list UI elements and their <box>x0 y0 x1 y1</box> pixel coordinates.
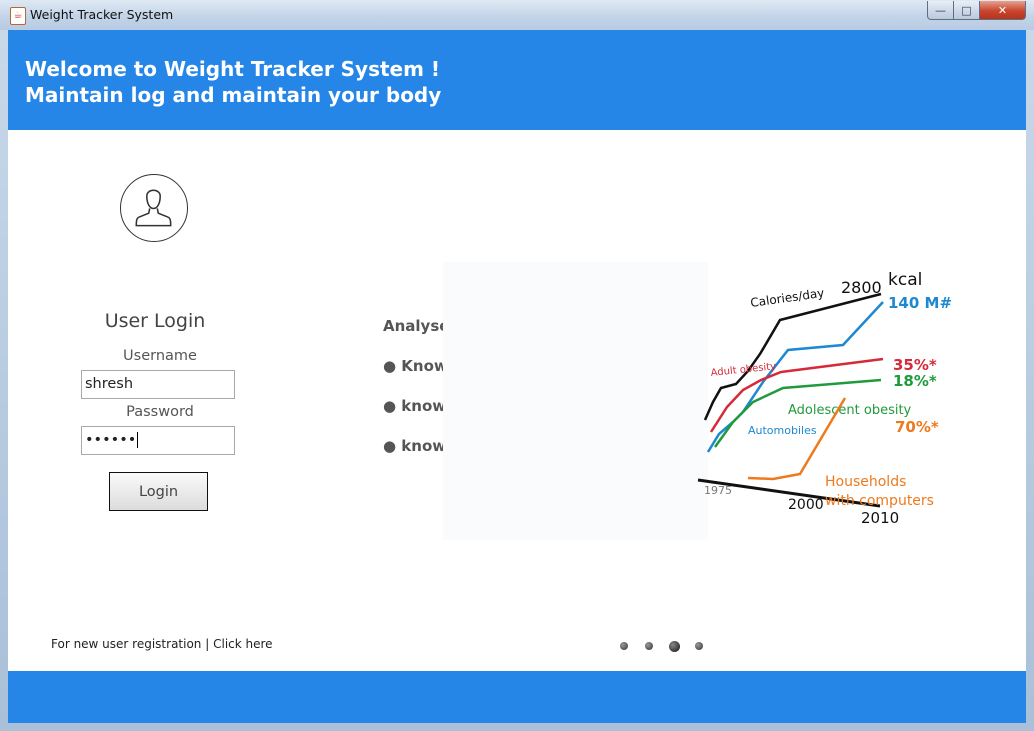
automobiles-label: Automobiles <box>748 424 817 437</box>
registration-text: For new user registration <box>51 637 202 651</box>
adolescent-obesity-label: Adolescent obesity <box>788 403 912 418</box>
households-label: Households <box>825 474 906 490</box>
password-mask: •••••• <box>85 432 137 448</box>
automobiles-count-label: 140 M# <box>888 294 952 312</box>
password-label: Password <box>126 404 194 420</box>
welcome-heading: Welcome to Weight Tracker System ! <box>25 57 441 81</box>
client-area: Welcome to Weight Tracker System ! Maint… <box>8 30 1026 723</box>
header-banner: Welcome to Weight Tracker System ! Maint… <box>8 30 1026 130</box>
user-avatar-icon <box>120 174 188 242</box>
carousel-dot[interactable] <box>695 642 703 650</box>
password-input[interactable]: •••••• <box>81 426 235 455</box>
footer-bar <box>8 671 1026 723</box>
year-label: 2000 <box>788 497 824 513</box>
carousel-dot[interactable] <box>620 642 628 650</box>
tagline: Maintain log and maintain your body <box>25 83 442 107</box>
window-title: Weight Tracker System <box>30 7 174 22</box>
username-label: Username <box>123 348 197 364</box>
kcal-unit-label: kcal <box>888 270 922 290</box>
carousel-dot[interactable] <box>645 642 653 650</box>
app-window: ☕ Weight Tracker System — □ ✕ Welcome to… <box>0 0 1034 731</box>
register-link[interactable]: Click here <box>213 637 272 651</box>
close-button[interactable]: ✕ <box>980 1 1026 20</box>
carousel-dot-active[interactable] <box>669 641 680 652</box>
illustration-backdrop <box>443 262 708 540</box>
minimize-button[interactable]: — <box>927 1 954 20</box>
kcal-value-label: 2800 <box>841 278 882 297</box>
text-cursor <box>137 432 139 448</box>
calories-label: Calories/day <box>749 286 825 310</box>
title-bar: ☕ Weight Tracker System — □ ✕ <box>0 0 1034 30</box>
header-text: Welcome to Weight Tracker System ! Maint… <box>25 56 441 108</box>
adolescent-pct-label: 18%* <box>893 372 937 390</box>
login-title: User Login <box>104 310 206 332</box>
maximize-button[interactable]: □ <box>954 1 980 20</box>
registration-separator: | <box>205 637 210 651</box>
households-pct-label: 70%* <box>895 418 939 436</box>
window-controls: — □ ✕ <box>927 1 1026 20</box>
year-label: 1975 <box>704 484 732 497</box>
registration-prompt: For new user registration | Click here <box>51 637 273 651</box>
households-label: with computers <box>825 493 934 509</box>
calorie-trend-illustration: 1975 2000 2010 Calories/day 2800 kcal 14… <box>443 262 952 540</box>
year-label: 2010 <box>861 509 899 527</box>
login-button[interactable]: Login <box>109 472 208 511</box>
username-input[interactable]: shresh <box>81 370 235 399</box>
java-cup-icon: ☕ <box>10 7 26 25</box>
